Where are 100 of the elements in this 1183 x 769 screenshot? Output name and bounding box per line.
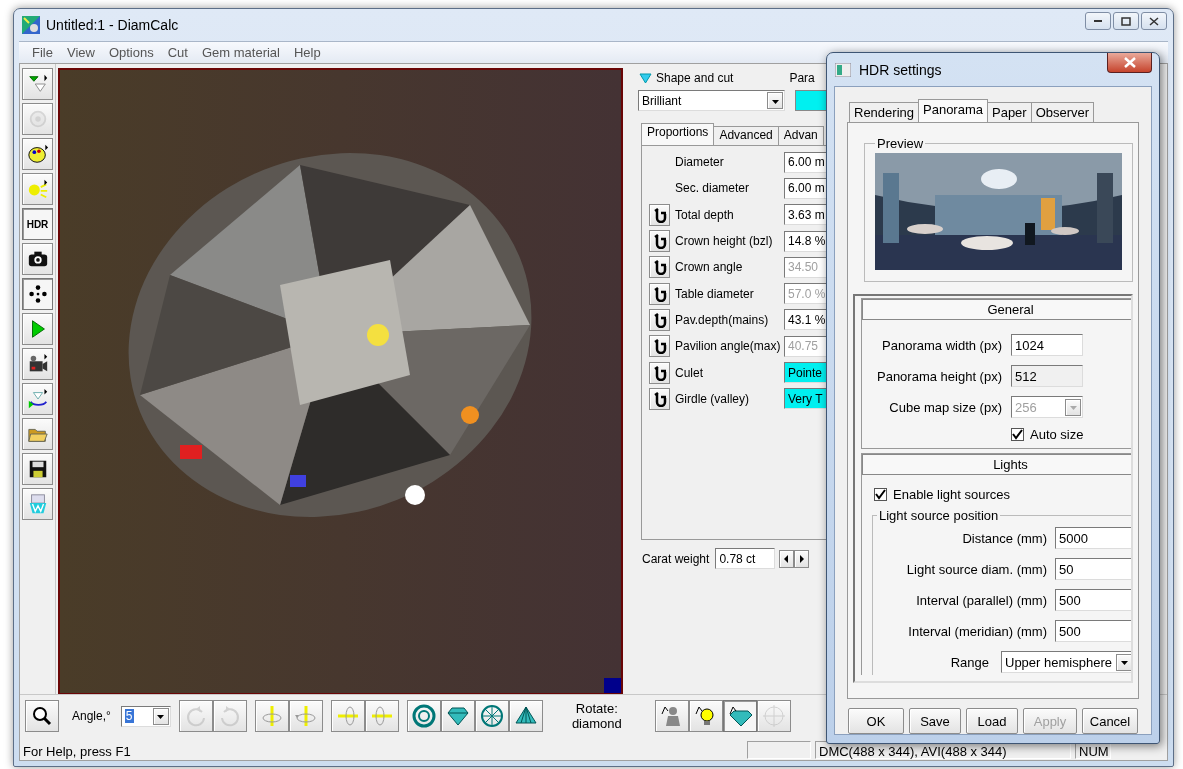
rotate-label: Rotate: diamond <box>570 701 623 732</box>
spin-button[interactable] <box>794 549 810 568</box>
text-field[interactable]: 512 <box>1011 365 1083 387</box>
value-field[interactable]: 43.1 % <box>784 309 826 331</box>
curl-icon <box>652 364 667 381</box>
toolbar-button[interactable]: HDR <box>22 208 53 240</box>
value-field[interactable]: 3.63 m <box>784 204 826 226</box>
lock-button[interactable] <box>649 361 670 384</box>
curl-icon <box>652 259 667 276</box>
search-icon <box>32 706 52 727</box>
tab[interactable]: Paper <box>987 102 1032 122</box>
value-field[interactable]: Very T <box>784 388 826 410</box>
maximize-button[interactable] <box>1113 12 1139 30</box>
value-field[interactable]: 14.8 % <box>784 230 826 252</box>
group-label: Light source position <box>878 508 1000 523</box>
text-field[interactable]: 50 <box>1055 558 1131 580</box>
wheel-icon <box>479 704 504 729</box>
menu-item[interactable]: Options <box>101 45 161 60</box>
dialog-button[interactable]: Cancel <box>1082 708 1138 734</box>
field-label: Light source diam. (mm) <box>905 561 1047 577</box>
panel-title: Shape and cut <box>656 71 734 85</box>
status-text: For Help, press F1 <box>23 744 132 759</box>
lock-button[interactable] <box>649 203 670 226</box>
menu-item[interactable]: Cut <box>160 45 195 60</box>
text-field[interactable]: 1024 <box>1011 334 1083 356</box>
tab[interactable]: Rendering <box>849 102 919 122</box>
group-label: Preview <box>876 136 925 151</box>
menu-item[interactable]: Gem material <box>194 45 287 60</box>
close-button[interactable] <box>1107 53 1152 73</box>
toolbar-button[interactable] <box>22 138 53 170</box>
toolbar-button[interactable] <box>22 243 53 275</box>
dialog-button[interactable]: Load <box>966 708 1018 734</box>
field-label: Carat weight <box>642 551 710 566</box>
mode-button[interactable] <box>722 700 757 733</box>
angle-dropdown[interactable]: 5 <box>120 705 171 727</box>
app-icon <box>22 16 40 34</box>
close-icon <box>1123 57 1136 68</box>
toolbar-button[interactable] <box>22 383 53 415</box>
mode-button[interactable] <box>688 700 723 733</box>
text-field[interactable]: 500 <box>1055 620 1131 642</box>
target-icon <box>760 703 787 730</box>
value-field[interactable]: 6.00 m <box>784 177 826 199</box>
maximize-icon <box>1119 15 1133 27</box>
field-label: Girdle (valley) <box>674 391 750 406</box>
bulb-icon <box>26 178 49 200</box>
field-label: Sec. diameter <box>674 181 751 196</box>
text-field[interactable]: 5000 <box>1055 527 1131 549</box>
section-header: Lights <box>862 454 1131 475</box>
close-button[interactable] <box>1141 12 1167 30</box>
tab[interactable]: Advan <box>777 126 824 145</box>
axis-rotate-icon <box>293 704 318 729</box>
angle-label: Angle,° <box>72 709 111 724</box>
field-label: Table diameter <box>674 286 755 301</box>
minimize-icon <box>1094 20 1102 22</box>
close-icon <box>1147 15 1161 27</box>
checkbox-label[interactable]: Enable light sources <box>893 487 1011 502</box>
lock-button[interactable] <box>649 387 670 410</box>
curl-icon <box>652 311 667 328</box>
tab[interactable]: Panorama <box>918 99 988 122</box>
menu-item[interactable]: Help <box>287 45 328 60</box>
dialog-button[interactable]: OK <box>848 708 904 734</box>
menu-item[interactable]: File <box>25 45 60 60</box>
field-label: Total depth <box>674 207 735 222</box>
field-label: Crown angle <box>674 260 744 275</box>
shape-dropdown[interactable]: Brilliant <box>638 90 785 111</box>
field-label: Interval (parallel) (mm) <box>915 592 1047 608</box>
curl-icon <box>652 233 667 250</box>
curl-icon <box>652 285 667 302</box>
zoom-button[interactable] <box>25 700 59 733</box>
lock-button[interactable] <box>649 230 670 253</box>
checkbox-label[interactable]: Auto size <box>1030 427 1084 442</box>
tab[interactable]: Proportions <box>641 123 715 145</box>
toolbar-button[interactable] <box>22 348 53 380</box>
dialog-button[interactable]: Save <box>909 708 961 734</box>
check-icon <box>875 489 886 500</box>
menu-item[interactable]: View <box>59 45 102 60</box>
text-field[interactable]: 500 <box>1055 589 1131 611</box>
panel-label: Para <box>789 71 815 85</box>
toolbar-button[interactable] <box>22 278 53 310</box>
spin-button[interactable] <box>779 549 795 568</box>
window-title: Untitled:1 - DiamCalc <box>46 17 179 33</box>
minimize-button[interactable] <box>1085 12 1111 30</box>
carat-field[interactable]: 0.78 ct <box>715 548 776 569</box>
lock-button[interactable] <box>649 308 670 331</box>
field-label: Distance (mm) <box>961 530 1047 546</box>
tab[interactable]: Observer <box>1030 102 1095 122</box>
value-field[interactable]: Pointe <box>784 362 826 383</box>
toolbar-button[interactable] <box>22 453 53 485</box>
checkbox[interactable] <box>1011 428 1024 441</box>
color-swatch <box>795 90 826 111</box>
curl-icon <box>652 206 667 223</box>
field-label: Panorama width (px) <box>881 337 1002 353</box>
checkbox[interactable] <box>874 488 887 501</box>
diamond-icon <box>26 73 49 95</box>
toolbar-button[interactable] <box>508 700 543 733</box>
right-arrow-icon <box>797 553 807 564</box>
curl-icon <box>652 390 667 407</box>
value-field[interactable]: 6.00 m <box>784 151 826 173</box>
dropdown[interactable]: Upper hemisphere <box>1001 651 1131 673</box>
field-label: Interval (meridian) (mm) <box>907 623 1047 639</box>
